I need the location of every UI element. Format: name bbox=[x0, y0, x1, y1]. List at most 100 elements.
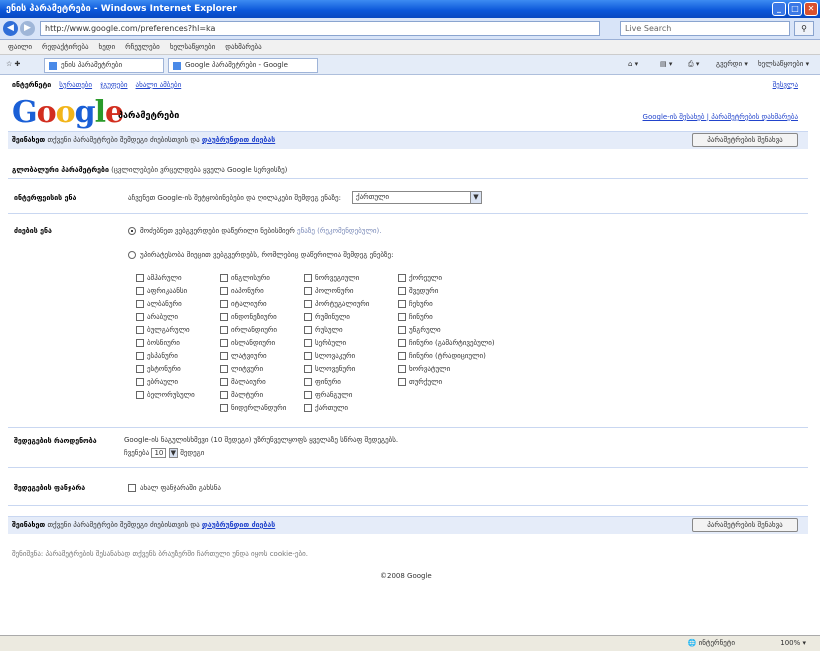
back-icon[interactable]: ◀ bbox=[3, 21, 18, 36]
language-option: სლოვენური bbox=[304, 362, 369, 375]
language-checkbox[interactable] bbox=[136, 390, 144, 399]
language-checkbox[interactable] bbox=[398, 286, 406, 295]
language-checkbox[interactable] bbox=[136, 351, 144, 360]
interface-language-select[interactable]: ქართული ▼ bbox=[352, 191, 482, 204]
language-checkbox[interactable] bbox=[304, 390, 312, 399]
return-to-search-link[interactable]: დაუბრუნდით ძიებას bbox=[202, 521, 275, 529]
page-menu[interactable]: გვერდი ▾ bbox=[716, 60, 748, 68]
language-checkbox[interactable] bbox=[304, 338, 312, 347]
language-checkbox[interactable] bbox=[304, 403, 312, 412]
about-help-links[interactable]: Google-ის შესახებ | პარამეტრების დახმარე… bbox=[643, 113, 798, 121]
language-checkbox[interactable] bbox=[398, 312, 406, 321]
language-checkbox[interactable] bbox=[136, 286, 144, 295]
return-to-search-link[interactable]: დაუბრუნდით ძიებას bbox=[202, 136, 275, 144]
results-count-select[interactable]: 10 bbox=[151, 448, 167, 458]
sign-in-link[interactable]: შესვლა bbox=[773, 81, 798, 89]
language-checkbox[interactable] bbox=[136, 312, 144, 321]
language-checkbox[interactable] bbox=[220, 286, 228, 295]
language-checkbox[interactable] bbox=[220, 325, 228, 334]
any-language-radio[interactable] bbox=[128, 227, 136, 235]
print-icon[interactable]: ⎙ ▾ bbox=[688, 60, 699, 69]
language-checkbox[interactable] bbox=[398, 273, 406, 282]
save-preferences-button-bottom[interactable]: პარამეტრების შენახვა bbox=[692, 518, 798, 532]
language-label: ირლანდიური bbox=[231, 325, 278, 334]
chevron-down-icon[interactable]: ▼ bbox=[470, 192, 481, 203]
tab-preferences[interactable]: ენის პარამეტრები bbox=[44, 58, 164, 73]
language-checkbox[interactable] bbox=[220, 273, 228, 282]
menu-item[interactable]: ხედი bbox=[99, 40, 116, 54]
tab-google[interactable]: Google პარამეტრები - Google bbox=[168, 58, 318, 73]
live-search-input[interactable]: Live Search bbox=[620, 21, 790, 36]
language-option: ფინური bbox=[304, 375, 369, 388]
language-checkbox[interactable] bbox=[136, 273, 144, 282]
zoom-level[interactable]: 100% ▾ bbox=[780, 636, 806, 651]
language-checkbox[interactable] bbox=[304, 377, 312, 386]
language-label: პოლონური bbox=[315, 286, 354, 295]
nav-news[interactable]: ახალი ამბები bbox=[136, 81, 182, 89]
new-window-checkbox[interactable] bbox=[128, 484, 136, 492]
nav-groups[interactable]: ჯგუფები bbox=[100, 81, 127, 89]
favorites-star-icon[interactable]: ☆ ✚ bbox=[6, 60, 20, 68]
language-checkbox[interactable] bbox=[136, 325, 144, 334]
language-checkbox[interactable] bbox=[136, 338, 144, 347]
search-go-icon[interactable]: ⚲ bbox=[794, 21, 814, 36]
minimize-button[interactable]: _ bbox=[772, 2, 786, 16]
language-checkbox[interactable] bbox=[220, 351, 228, 360]
language-checkbox[interactable] bbox=[304, 286, 312, 295]
language-option: ლიტვური bbox=[220, 362, 286, 375]
menu-item[interactable]: ფაილი bbox=[8, 40, 32, 54]
new-window-option: ახალ ფანჯარაში გახსნა bbox=[128, 484, 221, 492]
language-checkbox[interactable] bbox=[220, 338, 228, 347]
language-checkbox[interactable] bbox=[304, 273, 312, 282]
language-checkbox[interactable] bbox=[220, 390, 228, 399]
feeds-icon[interactable]: ▤ ▾ bbox=[660, 60, 672, 68]
language-label: რუმინული bbox=[315, 312, 350, 321]
language-checkbox[interactable] bbox=[220, 299, 228, 308]
status-bar: 🌐 ინტერნეტი 100% ▾ bbox=[0, 635, 820, 651]
save-preferences-button-top[interactable]: პარამეტრების შენახვა bbox=[692, 133, 798, 147]
language-checkbox[interactable] bbox=[136, 377, 144, 386]
language-option: ინდონეზიური bbox=[220, 310, 286, 323]
home-icon[interactable]: ⌂ ▾ bbox=[628, 60, 638, 68]
close-button[interactable]: ✕ bbox=[804, 2, 818, 16]
window-titlebar: ენის პარამეტრები - Windows Internet Expl… bbox=[0, 0, 820, 18]
language-checkbox[interactable] bbox=[398, 338, 406, 347]
language-checkbox[interactable] bbox=[304, 312, 312, 321]
language-checkbox[interactable] bbox=[398, 351, 406, 360]
language-checkbox[interactable] bbox=[136, 364, 144, 373]
language-checkbox[interactable] bbox=[304, 364, 312, 373]
preferred-languages-radio[interactable] bbox=[128, 251, 136, 259]
language-checkbox[interactable] bbox=[304, 351, 312, 360]
menu-item[interactable]: რედაქტირება bbox=[42, 40, 89, 54]
nav-images[interactable]: სურათები bbox=[59, 81, 92, 89]
menu-item[interactable]: ხელსაწყოები bbox=[170, 40, 215, 54]
forward-icon[interactable]: ▶ bbox=[20, 21, 35, 36]
language-label: ბოსნიური bbox=[147, 338, 180, 347]
language-checkbox[interactable] bbox=[398, 364, 406, 373]
chevron-down-icon[interactable]: ▼ bbox=[168, 448, 178, 458]
menu-item[interactable]: დახმარება bbox=[225, 40, 261, 54]
google-favicon-icon bbox=[173, 62, 181, 70]
google-logo[interactable]: Google bbox=[12, 95, 124, 130]
language-checkbox[interactable] bbox=[220, 312, 228, 321]
language-checkbox[interactable] bbox=[304, 299, 312, 308]
language-checkbox[interactable] bbox=[220, 403, 228, 412]
tools-menu[interactable]: ხელსაწყოები ▾ bbox=[758, 60, 809, 68]
language-checkbox[interactable] bbox=[220, 377, 228, 386]
language-label: ესპანური bbox=[147, 351, 178, 360]
menu-item[interactable]: რჩეულები bbox=[125, 40, 160, 54]
divider bbox=[8, 505, 808, 506]
language-option: სლოვაკური bbox=[304, 349, 369, 362]
maximize-button[interactable]: □ bbox=[788, 2, 802, 16]
language-checkbox[interactable] bbox=[398, 299, 406, 308]
url-field[interactable]: http://www.google.com/preferences?hl=ka bbox=[40, 21, 600, 36]
language-checkbox[interactable] bbox=[136, 299, 144, 308]
language-checkbox[interactable] bbox=[398, 325, 406, 334]
cookie-note: შენიშვნა: პარამეტრების შესანახად თქვენს … bbox=[12, 550, 308, 558]
menu-bar: ფაილი რედაქტირება ხედი რჩეულები ხელსაწყოები დ… bbox=[0, 40, 820, 55]
language-checkbox[interactable] bbox=[398, 377, 406, 386]
save-bar-text: შეინახეთ თქვენი პარამეტრები შემდეგი ძიებ… bbox=[12, 136, 276, 144]
language-checkbox[interactable] bbox=[304, 325, 312, 334]
language-option: ლატვიური bbox=[220, 349, 286, 362]
language-checkbox[interactable] bbox=[220, 364, 228, 373]
